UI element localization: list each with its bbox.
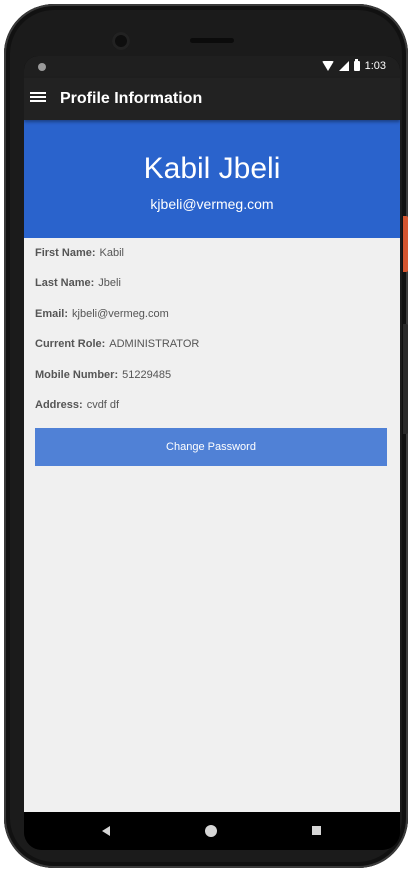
field-mobile-number: Mobile Number: 51229485 [35,369,171,381]
field-value: ADMINISTRATOR [109,338,200,350]
back-icon[interactable] [102,826,110,836]
screen: 1:03 Profile Information Kabil Jbeli kjb… [24,56,400,850]
menu-icon[interactable] [30,90,46,104]
signal-icon [338,61,349,71]
field-value: cvdf df [86,399,120,411]
field-last-name: Last Name: Jbeli [35,277,121,289]
field-label: Mobile Number: [35,369,119,381]
profile-email: kjbeli@vermeg.com [150,196,274,212]
earpiece-speaker [190,38,234,43]
field-value: Jbeli [98,277,121,289]
status-time: 1:03 [364,60,386,72]
field-email: Email: kjbeli@vermeg.com [35,308,169,320]
status-bar: 1:03 [24,56,400,78]
field-label: First Name: [35,247,96,259]
field-address: Address: cvdf df [35,399,119,411]
battery-icon [353,59,360,71]
profile-details: First Name: Kabil Last Name: Jbeli Email: k… [24,238,400,812]
front-camera [112,32,130,50]
status-icons: 1:03 [321,59,386,72]
profile-name: Kabil Jbeli [143,152,281,185]
field-label: Last Name: [35,277,95,289]
notification-dot-icon [38,63,46,71]
profile-header: Kabil Jbeli kjbeli@vermeg.com [24,120,400,238]
page-title: Profile Information [60,90,203,107]
phone-frame: 1:03 Profile Information Kabil Jbeli kjb… [4,4,408,868]
field-label: Email: [35,308,69,320]
field-value: kjbeli@vermeg.com [72,308,169,320]
change-password-button[interactable]: Change Password [35,428,387,466]
system-nav-bar [24,812,400,850]
wifi-icon [321,61,334,71]
field-label: Address: [35,399,83,411]
home-icon[interactable] [205,825,217,837]
field-current-role: Current Role: ADMINISTRATOR [35,338,199,350]
field-label: Current Role: [35,338,106,350]
power-button [403,216,408,272]
field-value: Kabil [99,247,124,259]
volume-button [403,324,408,434]
recents-icon[interactable] [312,826,321,835]
field-first-name: First Name: Kabil [35,247,124,259]
app-bar: Profile Information [24,78,400,120]
field-value: 51229485 [122,369,172,381]
